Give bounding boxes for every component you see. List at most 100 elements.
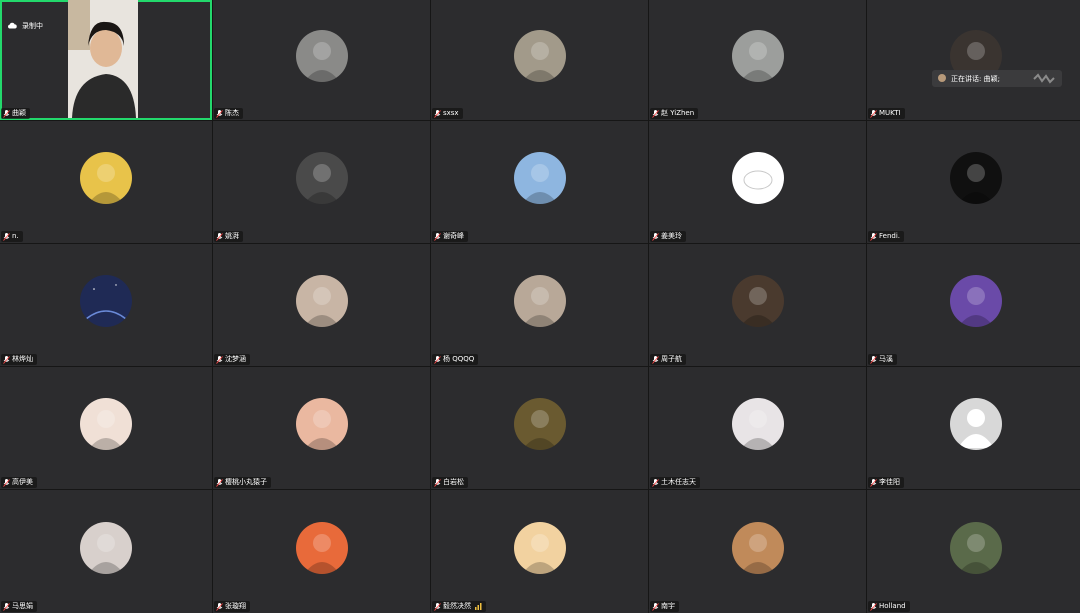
participant-tile[interactable]: 姚湃 bbox=[213, 121, 430, 243]
participant-nametag: 南宇 bbox=[650, 601, 679, 612]
mic-muted-icon bbox=[870, 602, 877, 611]
mic-muted-icon bbox=[652, 602, 659, 611]
participant-nametag: 姚湃 bbox=[214, 231, 243, 242]
participant-nametag: 杨 QQQQ bbox=[432, 354, 479, 365]
participant-name: 林烨灿 bbox=[12, 355, 33, 363]
participant-name: sxsx bbox=[443, 109, 459, 117]
participant-tile[interactable]: 周子航 bbox=[649, 244, 866, 366]
participant-nametag: 李佳阳 bbox=[868, 477, 904, 488]
speaker-avatar-icon bbox=[938, 73, 946, 84]
participant-avatar bbox=[295, 152, 348, 204]
participant-avatar bbox=[80, 275, 132, 327]
participant-nametag: 马溪 bbox=[868, 354, 897, 365]
participant-avatar bbox=[513, 30, 566, 82]
participant-nametag: 周子航 bbox=[650, 354, 686, 365]
participant-avatar bbox=[80, 521, 132, 574]
participant-name: 谢奇峰 bbox=[443, 232, 464, 240]
video-grid: 曲颖 陈杰 sxsx 赵 YiZhen MUKTI n. 姚湃 谢奇峰 姜美玲 Fendi. 林烨灿… bbox=[0, 0, 1080, 613]
participant-avatar bbox=[731, 275, 784, 327]
participant-tile[interactable]: 白岩松 bbox=[431, 367, 648, 489]
mic-muted-icon bbox=[870, 109, 877, 118]
participant-tile[interactable]: 马思娟 bbox=[0, 490, 212, 613]
participant-name: 周子航 bbox=[661, 355, 682, 363]
participant-name: 土木任志天 bbox=[661, 478, 696, 486]
participant-nametag: Holland bbox=[868, 601, 910, 612]
speaking-indicator: 正在讲话: 曲颖; bbox=[932, 70, 1062, 87]
mic-muted-icon bbox=[434, 109, 441, 118]
participant-avatar bbox=[80, 152, 132, 204]
participant-nametag: 毅然决然 bbox=[432, 601, 486, 612]
participant-name: 曲颖 bbox=[12, 109, 26, 117]
participant-avatar bbox=[949, 275, 1002, 327]
participant-tile[interactable]: 南宇 bbox=[649, 490, 866, 613]
participant-nametag: 曲颖 bbox=[1, 108, 30, 119]
participant-name: Holland bbox=[879, 602, 906, 610]
participant-tile[interactable]: 赵 YiZhen bbox=[649, 0, 866, 120]
participant-name: n. bbox=[12, 232, 19, 240]
participant-tile[interactable]: 高伊美 bbox=[0, 367, 212, 489]
participant-name: 姚湃 bbox=[225, 232, 239, 240]
participant-avatar bbox=[295, 398, 348, 450]
recording-indicator[interactable]: 录制中 bbox=[7, 21, 43, 31]
mic-muted-icon bbox=[3, 602, 10, 611]
participant-nametag: 白岩松 bbox=[432, 477, 468, 488]
mic-muted-icon bbox=[3, 109, 10, 118]
participant-nametag: Fendi. bbox=[868, 231, 904, 242]
participant-avatar bbox=[949, 398, 1002, 450]
participant-nametag: 高伊美 bbox=[1, 477, 37, 488]
mic-muted-icon bbox=[434, 355, 441, 364]
participant-avatar bbox=[949, 521, 1002, 574]
participant-nametag: sxsx bbox=[432, 108, 463, 119]
participant-name: 赵 YiZhen bbox=[661, 109, 695, 117]
mic-muted-icon bbox=[870, 478, 877, 487]
audio-wave-icon bbox=[1032, 73, 1056, 86]
participant-avatar bbox=[731, 30, 784, 82]
participant-tile[interactable]: 毅然决然 bbox=[431, 490, 648, 613]
participant-avatar bbox=[80, 398, 132, 450]
participant-tile[interactable]: MUKTI bbox=[867, 0, 1080, 120]
participant-name: 杨 QQQQ bbox=[443, 355, 475, 363]
speaking-label: 正在讲话: 曲颖; bbox=[951, 74, 1000, 83]
mic-muted-icon bbox=[652, 355, 659, 364]
participant-tile[interactable]: 马溪 bbox=[867, 244, 1080, 366]
participant-tile[interactable]: 沈梦涵 bbox=[213, 244, 430, 366]
recording-label: 录制中 bbox=[22, 22, 43, 30]
participant-name: Fendi. bbox=[879, 232, 900, 240]
participant-name: 张璇翔 bbox=[225, 602, 246, 610]
participant-avatar bbox=[513, 521, 566, 574]
participant-nametag: 陈杰 bbox=[214, 108, 243, 119]
participant-nametag: 林烨灿 bbox=[1, 354, 37, 365]
participant-name: 白岩松 bbox=[443, 478, 464, 486]
participant-tile[interactable]: 谢奇峰 bbox=[431, 121, 648, 243]
participant-tile[interactable]: 曲颖 bbox=[0, 0, 212, 120]
participant-avatar bbox=[295, 30, 348, 82]
participant-name: MUKTI bbox=[879, 109, 901, 117]
participant-tile[interactable]: Holland bbox=[867, 490, 1080, 613]
participant-tile[interactable]: 林烨灿 bbox=[0, 244, 212, 366]
participant-nametag: 赵 YiZhen bbox=[650, 108, 699, 119]
participant-tile[interactable]: 李佳阳 bbox=[867, 367, 1080, 489]
participant-tile[interactable]: Fendi. bbox=[867, 121, 1080, 243]
participant-avatar bbox=[731, 152, 784, 204]
mic-muted-icon bbox=[216, 602, 223, 611]
participant-avatar bbox=[513, 275, 566, 327]
participant-tile[interactable]: sxsx bbox=[431, 0, 648, 120]
participant-name: 陈杰 bbox=[225, 109, 239, 117]
participant-nametag: 马思娟 bbox=[1, 601, 37, 612]
participant-tile[interactable]: 姜美玲 bbox=[649, 121, 866, 243]
participant-name: 马溪 bbox=[879, 355, 893, 363]
participant-name: 马思娟 bbox=[12, 602, 33, 610]
participant-nametag: MUKTI bbox=[868, 108, 905, 119]
mic-muted-icon bbox=[216, 478, 223, 487]
participant-tile[interactable]: 杨 QQQQ bbox=[431, 244, 648, 366]
participant-tile[interactable]: 张璇翔 bbox=[213, 490, 430, 613]
participant-tile[interactable]: n. bbox=[0, 121, 212, 243]
mic-muted-icon bbox=[3, 478, 10, 487]
participant-name: 毅然决然 bbox=[443, 602, 471, 610]
participant-tile[interactable]: 土木任志天 bbox=[649, 367, 866, 489]
participant-tile[interactable]: 樱桃小丸猿子 bbox=[213, 367, 430, 489]
cloud-icon bbox=[7, 22, 17, 31]
mic-muted-icon bbox=[434, 602, 441, 611]
mic-muted-icon bbox=[652, 109, 659, 118]
participant-tile[interactable]: 陈杰 bbox=[213, 0, 430, 120]
